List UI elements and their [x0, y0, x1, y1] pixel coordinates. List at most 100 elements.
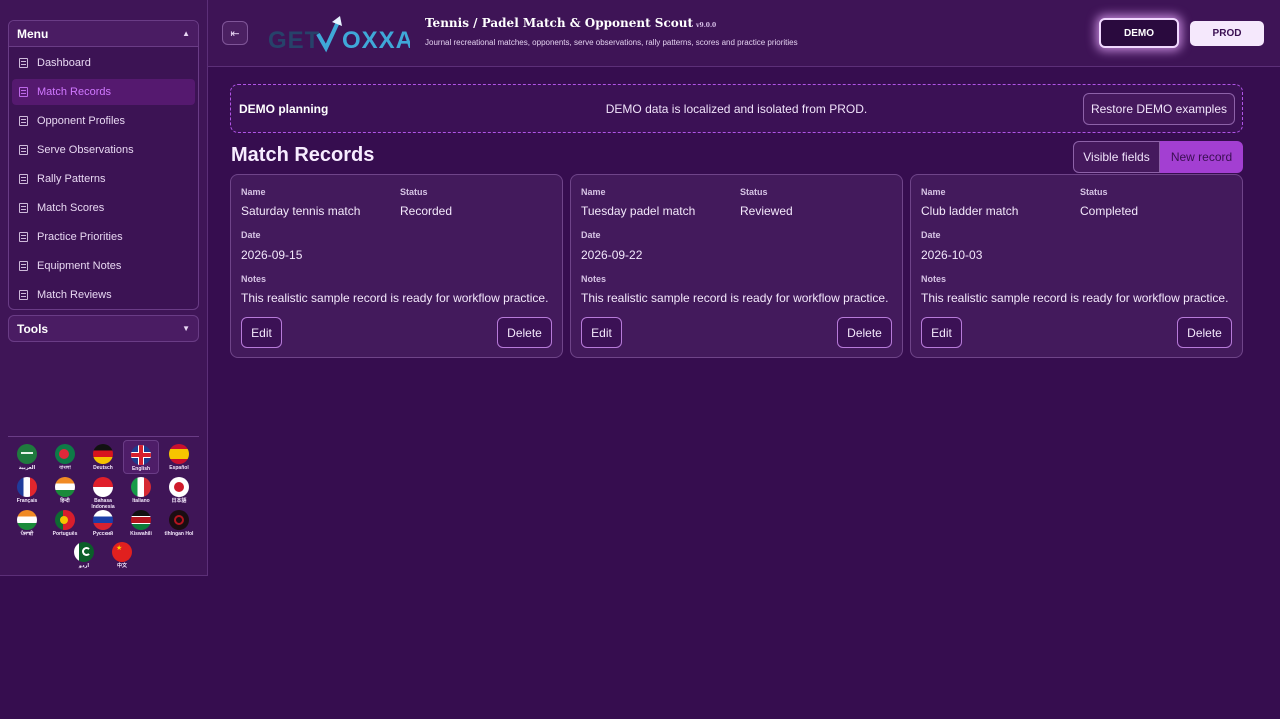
env-demo-button[interactable]: DEMO [1099, 18, 1179, 48]
language-option-chinese[interactable]: ★ 中文 [104, 538, 140, 572]
visible-fields-button[interactable]: Visible fields [1073, 141, 1160, 173]
tools-label: Tools [17, 321, 49, 336]
sidebar-item-label: Dashboard [37, 57, 91, 69]
app-subtitle: Journal recreational matches, opponents,… [425, 38, 798, 47]
restore-demo-button[interactable]: Restore DEMO examples [1083, 93, 1235, 125]
edit-button[interactable]: Edit [241, 317, 282, 348]
tools-panel-header[interactable]: Tools ▼ [8, 315, 199, 342]
date-label: Date [581, 230, 601, 240]
language-option-russian[interactable]: Русский [85, 506, 121, 540]
language-option-urdu[interactable]: اردو [66, 538, 102, 572]
india-flag-icon [17, 510, 37, 530]
svg-text:OXXA: OXXA [342, 27, 410, 54]
sidebar-item-match-reviews[interactable]: Match Reviews [12, 282, 195, 308]
record-date: 2026-09-22 [581, 248, 643, 262]
getvoxxa-logo: GET OXXA [268, 16, 410, 54]
sidebar-item-match-scores[interactable]: Match Scores [12, 195, 195, 221]
record-card: Name Saturday tennis match Status Record… [230, 174, 563, 358]
bangladesh-flag-icon [55, 444, 75, 464]
germany-flag-icon [93, 444, 113, 464]
name-label: Name [581, 187, 606, 197]
language-option-kiswahili[interactable]: Kiswahili [123, 506, 159, 540]
sidebar-item-rally-patterns[interactable]: Rally Patterns [12, 166, 195, 192]
language-option-arabic[interactable]: العربية [9, 440, 45, 474]
language-option-bangla[interactable]: বাংলা [47, 440, 83, 474]
date-label: Date [241, 230, 261, 240]
menu-label: Menu [17, 26, 49, 41]
uk-flag-icon [131, 445, 151, 465]
klingon-flag-icon [169, 510, 189, 530]
indonesia-flag-icon [93, 477, 113, 497]
sidebar-item-label: Match Scores [37, 202, 105, 214]
svg-text:GET: GET [268, 27, 320, 54]
record-card: Name Club ladder match Status Completed … [910, 174, 1243, 358]
japan-flag-icon [169, 477, 189, 497]
sidebar-item-label: Rally Patterns [37, 173, 106, 185]
sidebar-item-label: Equipment Notes [37, 260, 122, 272]
record-notes: This realistic sample record is ready fo… [921, 291, 1229, 305]
edit-button[interactable]: Edit [581, 317, 622, 348]
sidebar-item-label: Match Reviews [37, 289, 112, 301]
language-option-english[interactable]: English [123, 440, 159, 474]
language-option-japanese[interactable]: 日本語 [161, 473, 197, 507]
record-notes: This realistic sample record is ready fo… [241, 291, 549, 305]
name-label: Name [921, 187, 946, 197]
list-icon [19, 290, 28, 300]
record-date: 2026-10-03 [921, 248, 983, 262]
language-option-italiano[interactable]: Italiano [123, 473, 159, 507]
divider [8, 436, 199, 437]
sidebar-item-opponent-profiles[interactable]: Opponent Profiles [12, 108, 195, 134]
language-option-indonesia[interactable]: Bahasa Indonesia [85, 473, 121, 510]
record-status: Reviewed [740, 204, 793, 218]
status-label: Status [400, 187, 428, 197]
language-option-portugues[interactable]: Português [47, 506, 83, 540]
sidebar-toggle-button[interactable]: ⇤ [222, 21, 248, 45]
language-option-hindi[interactable]: हिन्दी [47, 473, 83, 507]
menu-panel: Menu ▲ Dashboard Match Records Opponent … [8, 20, 199, 310]
language-option-punjabi[interactable]: ਪੰਜਾਬੀ [9, 506, 45, 540]
language-option-deutsch[interactable]: Deutsch [85, 440, 121, 474]
chevron-up-icon: ▲ [182, 29, 190, 38]
italy-flag-icon [131, 477, 151, 497]
delete-button[interactable]: Delete [497, 317, 552, 348]
env-prod-button[interactable]: PROD [1190, 21, 1264, 46]
record-name: Club ladder match [921, 204, 1019, 218]
status-label: Status [740, 187, 768, 197]
france-flag-icon [17, 477, 37, 497]
sidebar-item-equipment-notes[interactable]: Equipment Notes [12, 253, 195, 279]
language-option-espanol[interactable]: Español [161, 440, 197, 474]
record-date: 2026-09-15 [241, 248, 303, 262]
list-icon [19, 116, 28, 126]
russia-flag-icon [93, 510, 113, 530]
delete-button[interactable]: Delete [837, 317, 892, 348]
delete-button[interactable]: Delete [1177, 317, 1232, 348]
pakistan-flag-icon [74, 542, 94, 562]
list-icon [19, 261, 28, 271]
language-option-francais[interactable]: Français [9, 473, 45, 507]
edit-button[interactable]: Edit [921, 317, 962, 348]
notes-label: Notes [241, 274, 267, 284]
collapse-sidebar-icon: ⇤ [230, 27, 240, 40]
menu-header[interactable]: Menu ▲ [9, 21, 198, 47]
china-flag-icon: ★ [112, 542, 132, 562]
portugal-flag-icon [55, 510, 75, 530]
record-status: Recorded [400, 204, 453, 218]
saudi-arabia-flag-icon [17, 444, 37, 464]
kenya-flag-icon [131, 510, 151, 530]
sidebar-item-serve-observations[interactable]: Serve Observations [12, 137, 195, 163]
list-icon [19, 232, 28, 242]
sidebar-item-practice-priorities[interactable]: Practice Priorities [12, 224, 195, 250]
sidebar-item-dashboard[interactable]: Dashboard [12, 50, 195, 76]
sidebar-item-label: Practice Priorities [37, 231, 123, 243]
language-option-klingon[interactable]: tlhIngan Hol [161, 506, 197, 540]
list-icon [19, 87, 28, 97]
record-name: Saturday tennis match [241, 204, 361, 218]
record-status: Completed [1080, 204, 1139, 218]
new-record-button[interactable]: New record [1160, 141, 1243, 173]
app-title: Tennis / Padel Match & Opponent Scout v9.… [425, 16, 717, 30]
sidebar-item-match-records[interactable]: Match Records [12, 79, 195, 105]
notes-label: Notes [921, 274, 947, 284]
notes-label: Notes [581, 274, 607, 284]
sidebar-item-label: Opponent Profiles [37, 115, 126, 127]
sidebar: Menu ▲ Dashboard Match Records Opponent … [0, 0, 208, 576]
